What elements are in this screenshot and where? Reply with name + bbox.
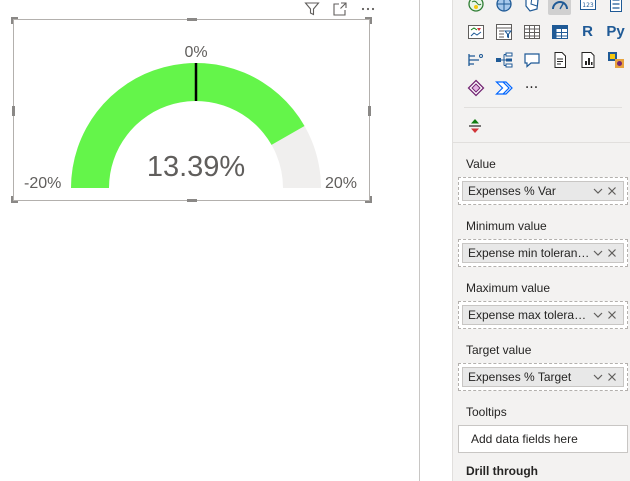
chevron-down-icon[interactable]	[591, 184, 605, 198]
gauge-value-label: 13.39%	[147, 151, 245, 183]
matrix-icon[interactable]	[548, 20, 571, 43]
r-script-label: R	[582, 23, 593, 40]
map-icon[interactable]	[464, 0, 487, 15]
focus-mode-icon[interactable]	[332, 1, 348, 17]
close-icon[interactable]	[605, 370, 619, 384]
max-field-pill[interactable]: Expense max toleranc...	[462, 305, 624, 325]
close-icon[interactable]	[605, 246, 619, 260]
smart-narrative-icon[interactable]	[576, 48, 599, 71]
tooltips-well[interactable]: Add data fields here	[458, 425, 628, 453]
target-field-name: Expenses % Target	[468, 370, 572, 384]
close-icon[interactable]	[605, 184, 619, 198]
filled-map-icon[interactable]	[492, 0, 515, 15]
value-field-name: Expenses % Var	[468, 184, 556, 198]
report-canvas[interactable]: 0% 13.39% -20% 20%	[0, 0, 420, 481]
more-visuals-icon[interactable]: ···	[520, 76, 543, 99]
gauge-visual[interactable]: 0% 13.39% -20% 20%	[11, 2, 375, 203]
filter-icon[interactable]	[304, 1, 320, 17]
card-icon[interactable]: 123	[576, 0, 599, 15]
value-well-label: Value	[466, 157, 496, 171]
gauge-icon[interactable]	[548, 0, 571, 15]
multi-row-card-icon[interactable]	[604, 0, 627, 15]
drill-through-header[interactable]: Drill through	[466, 464, 538, 478]
target-well[interactable]: Expenses % Target	[458, 363, 628, 391]
chevron-down-icon[interactable]	[591, 246, 605, 260]
paginated-report-icon[interactable]	[548, 48, 571, 71]
r-script-icon[interactable]: R	[576, 20, 599, 43]
svg-text:123: 123	[582, 2, 594, 9]
kpi-icon[interactable]	[464, 20, 487, 43]
tooltips-placeholder: Add data fields here	[471, 432, 578, 446]
power-apps-icon[interactable]	[604, 48, 627, 71]
close-icon[interactable]	[605, 308, 619, 322]
slicer-icon[interactable]	[492, 20, 515, 43]
power-apps-diamond-icon[interactable]	[464, 76, 487, 99]
gallery-separator	[464, 107, 622, 108]
python-label: Py	[606, 23, 625, 40]
canvas-divider	[419, 0, 420, 481]
min-well[interactable]: Expense min toleranc...	[458, 239, 628, 267]
tooltips-well-label: Tooltips	[466, 405, 507, 419]
qa-icon[interactable]	[520, 48, 543, 71]
visual-type-gallery: 123 R Py ···	[464, 0, 627, 104]
more-visuals-label: ···	[524, 79, 539, 96]
report-editor: 0% 13.39% -20% 20% 123 R Py ··· Value Ex…	[0, 0, 630, 481]
table-icon[interactable]	[520, 20, 543, 43]
max-field-name: Expense max toleranc...	[468, 308, 591, 322]
python-icon[interactable]: Py	[604, 20, 627, 43]
gauge-chart: 0% 13.39% -20% 20%	[24, 44, 357, 192]
power-automate-icon[interactable]	[492, 76, 515, 99]
shape-map-icon[interactable]	[520, 0, 543, 15]
max-well-label: Maximum value	[466, 281, 551, 295]
value-field-pill[interactable]: Expenses % Var	[462, 181, 624, 201]
min-well-label: Minimum value	[466, 219, 547, 233]
visual-header	[304, 1, 376, 17]
decomposition-tree-icon[interactable]	[492, 48, 515, 71]
gauge-max-label: 20%	[325, 175, 357, 192]
chevron-down-icon[interactable]	[591, 308, 605, 322]
max-well[interactable]: Expense max toleranc...	[458, 301, 628, 329]
target-well-label: Target value	[466, 343, 532, 357]
value-well[interactable]: Expenses % Var	[458, 177, 628, 205]
chevron-down-icon[interactable]	[591, 370, 605, 384]
min-field-name: Expense min toleranc...	[468, 246, 591, 260]
tabs-separator	[453, 142, 630, 143]
fields-tab-icon[interactable]	[466, 117, 484, 135]
key-influencers-icon[interactable]	[464, 48, 487, 71]
min-field-pill[interactable]: Expense min toleranc...	[462, 243, 624, 263]
more-options-icon[interactable]	[360, 1, 376, 17]
target-field-pill[interactable]: Expenses % Target	[462, 367, 624, 387]
gauge-min-label: -20%	[24, 175, 61, 192]
gauge-target-label: 0%	[184, 44, 207, 61]
visualizations-pane: 123 R Py ··· Value Expenses % Var Minimu…	[452, 0, 630, 481]
